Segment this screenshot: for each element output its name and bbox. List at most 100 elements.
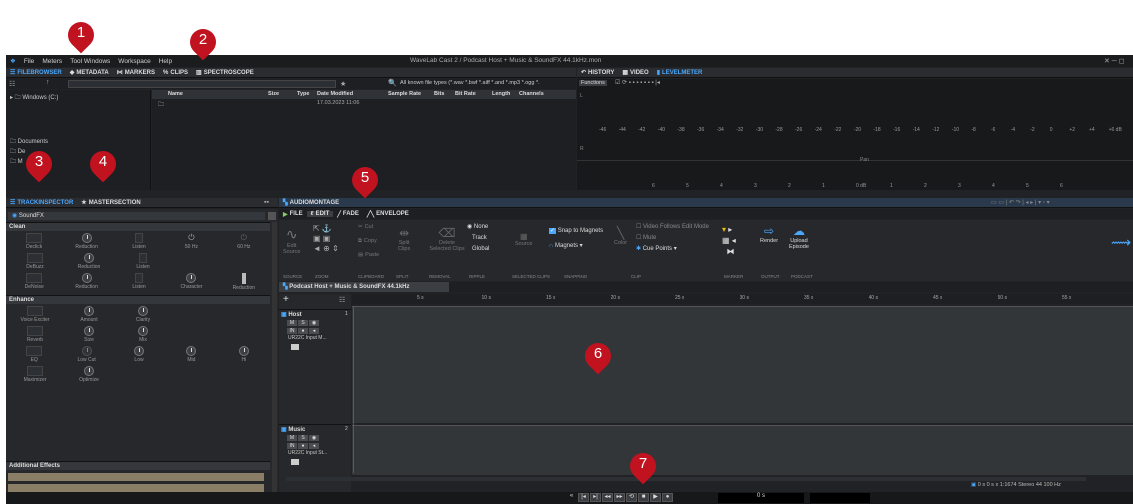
track-settings-icon[interactable] bbox=[291, 344, 299, 350]
mute-button[interactable]: ☐ Mute bbox=[636, 233, 709, 244]
solo-button[interactable]: S bbox=[298, 320, 308, 326]
listen-button[interactable] bbox=[139, 253, 147, 263]
track-header-music[interactable]: ▣ Music 2 M S ◉ IN ● ◂ UR22C Input St... bbox=[279, 424, 351, 474]
col-channels[interactable]: Channels bbox=[519, 91, 544, 97]
tab-trackinspector[interactable]: ☰ TRACKINSPECTOR bbox=[6, 199, 77, 207]
tab-levelmeter[interactable]: ▮ LEVELMETER bbox=[653, 69, 707, 77]
functions-button[interactable]: Functions bbox=[579, 80, 607, 86]
track-checkbox[interactable] bbox=[268, 212, 276, 220]
star-icon[interactable]: ★ bbox=[340, 80, 346, 88]
paste-button[interactable]: ▤ Paste bbox=[358, 251, 379, 258]
section-additional-effects[interactable]: Additional Effects bbox=[6, 461, 270, 470]
maximizer-icon[interactable] bbox=[27, 366, 43, 376]
magnets-dropdown[interactable]: ∩ Magnets ▾ bbox=[549, 242, 583, 249]
go-to-start-button[interactable]: |◂ bbox=[578, 493, 589, 502]
optimize-knob[interactable] bbox=[84, 366, 94, 376]
track-header-host[interactable]: ▣ Host 1 M S ◉ IN ● ◂ UR22C Input M... bbox=[279, 309, 351, 423]
power-icon[interactable]: ⏻ bbox=[188, 233, 194, 243]
selected-clips-source[interactable]: ▦ Source bbox=[515, 232, 532, 247]
snap-to-magnets-checkbox[interactable]: ✓ Snap to Magnets bbox=[549, 227, 603, 234]
zoom-tools[interactable]: ⇱ ⚓ ▣ ▣ ◄ ⊕ ⇕ bbox=[313, 224, 339, 254]
up-icon[interactable]: ↑ bbox=[46, 79, 50, 86]
time-ruler[interactable]: 5 s 10 s 15 s 20 s 25 s 30 s 35 s 40 s 45 s 50 s 5… bbox=[352, 294, 1133, 304]
col-length[interactable]: Length bbox=[492, 91, 510, 97]
track-list-icon[interactable]: ☷ bbox=[339, 296, 345, 304]
clarity-knob[interactable] bbox=[138, 306, 148, 316]
mix-knob[interactable] bbox=[138, 326, 148, 336]
ripple-options[interactable]: ◉ None Track Global bbox=[467, 222, 489, 255]
clip-options[interactable]: ☐ Video Follows Edit Mode ☐ Mute ✱ Cue P… bbox=[636, 222, 709, 255]
tab-spectroscope[interactable]: ▥ SPECTROSCOPE bbox=[192, 69, 258, 77]
debuzz-icon[interactable] bbox=[27, 253, 43, 263]
section-enhance[interactable]: Enhance bbox=[6, 295, 270, 304]
inspector-scrollbar[interactable] bbox=[272, 222, 277, 502]
tab-edit[interactable]: ℓ EDIT bbox=[306, 211, 334, 217]
montage-window-icons[interactable]: ▭ ▭ | ↶ ↷ | ◂ ▸ | ▾ ▫ ▾ bbox=[991, 199, 1050, 206]
playhead-cursor[interactable] bbox=[353, 306, 354, 473]
solo-button[interactable]: S bbox=[298, 435, 308, 441]
menu-tool-windows[interactable]: Tool Windows bbox=[66, 58, 114, 65]
col-date[interactable]: Date Modified bbox=[317, 91, 353, 97]
previous-marker-button[interactable]: ▸| bbox=[590, 493, 601, 502]
declick-reduction-knob[interactable] bbox=[81, 233, 92, 243]
reverb-icon[interactable] bbox=[27, 326, 43, 336]
document-tab[interactable]: ▚ Podcast Host + Music & SoundFX 44.1kHz bbox=[279, 282, 449, 292]
tab-metadata[interactable]: ◆ METADATA bbox=[66, 69, 113, 77]
power-icon[interactable]: ⏻ bbox=[241, 233, 247, 243]
loop-button[interactable]: ⟲ bbox=[626, 493, 637, 502]
color-button[interactable]: ╲ Color bbox=[614, 226, 627, 246]
col-size[interactable]: Size bbox=[268, 91, 279, 97]
mute-button[interactable]: M bbox=[287, 435, 297, 441]
track-lane-host[interactable] bbox=[352, 306, 1133, 423]
stop-button[interactable]: ■ bbox=[638, 493, 649, 502]
volume-button[interactable]: ◂ bbox=[309, 328, 319, 334]
delete-selected-clips-button[interactable]: ⌫ Delete Selected Clips bbox=[429, 226, 465, 252]
tree-item-windows-c[interactable]: ▸ 🗀 Windows (C:) bbox=[10, 93, 58, 103]
character-knob[interactable] bbox=[186, 273, 197, 283]
tab-envelope[interactable]: ╱╲ ENVELOPE bbox=[363, 211, 413, 218]
meter-toolbar-icons[interactable]: ☑ ⟳ ▪ ▪ ▪ ▪ ▪ ▪ ▪ |◂ bbox=[615, 79, 660, 86]
col-sample-rate[interactable]: Sample Rate bbox=[388, 91, 421, 97]
section-clean[interactable]: Clean bbox=[6, 222, 270, 231]
marker-tools[interactable]: ▾ ▸ ▦ ◂ ⧓ bbox=[722, 224, 736, 257]
ripple-track-radio[interactable]: Track bbox=[467, 233, 489, 244]
table-row[interactable]: 🗀 17.03.2023 11:06 bbox=[152, 100, 576, 108]
input-button[interactable]: IN bbox=[287, 443, 297, 449]
eq-icon[interactable] bbox=[26, 346, 43, 356]
time-display[interactable]: 0 s bbox=[718, 493, 804, 503]
tab-mastersection[interactable]: ★ MASTERSECTION bbox=[77, 199, 144, 207]
effect-slot[interactable] bbox=[8, 484, 264, 492]
cut-button[interactable]: ✂ Cut bbox=[358, 223, 373, 230]
hi-knob[interactable] bbox=[238, 346, 249, 356]
low-cut-knob[interactable] bbox=[81, 346, 92, 356]
col-name[interactable]: Name bbox=[168, 91, 183, 97]
record-button[interactable]: ● bbox=[662, 493, 673, 502]
fast-forward-button[interactable]: ▸▸ bbox=[614, 493, 625, 502]
play-button[interactable]: ▶ bbox=[650, 493, 661, 502]
amount-knob[interactable] bbox=[84, 306, 94, 316]
track-lane-music[interactable] bbox=[352, 425, 1133, 475]
view-icon[interactable]: ☷ bbox=[9, 80, 15, 88]
timeline-scrollbar[interactable] bbox=[286, 477, 1086, 481]
monitor-button[interactable]: ◉ bbox=[309, 435, 319, 441]
cue-points-dropdown[interactable]: ✱ Cue Points ▾ bbox=[636, 244, 709, 255]
input-button[interactable]: IN bbox=[287, 328, 297, 334]
panel-menu-icon[interactable]: ▪▪ bbox=[264, 199, 269, 206]
debuzz-reduction-knob[interactable] bbox=[84, 253, 94, 263]
file-type-filter[interactable]: All known file types (*.wav *.bwf *.aiff… bbox=[400, 80, 574, 86]
record-button[interactable]: ● bbox=[298, 443, 308, 449]
ripple-global-radio[interactable]: Global bbox=[467, 244, 489, 255]
edit-source-button[interactable]: ∿ Edit Source bbox=[283, 226, 300, 255]
track-selector[interactable]: ◉ SoundFX bbox=[8, 212, 265, 220]
render-button[interactable]: ⇨ Render bbox=[760, 224, 778, 244]
path-field[interactable] bbox=[68, 80, 336, 88]
expand-icon[interactable]: « bbox=[566, 493, 577, 502]
tab-file[interactable]: ▶ FILE bbox=[279, 211, 307, 218]
record-button[interactable]: ● bbox=[298, 328, 308, 334]
window-controls[interactable]: ✕ ─ ◻ bbox=[1104, 57, 1125, 65]
listen-button[interactable] bbox=[135, 273, 144, 283]
copy-button[interactable]: ⧉ Copy bbox=[358, 237, 377, 245]
search-icon[interactable]: 🔍 bbox=[388, 79, 397, 87]
mid-knob[interactable] bbox=[186, 346, 197, 356]
listen-button[interactable] bbox=[135, 233, 144, 243]
